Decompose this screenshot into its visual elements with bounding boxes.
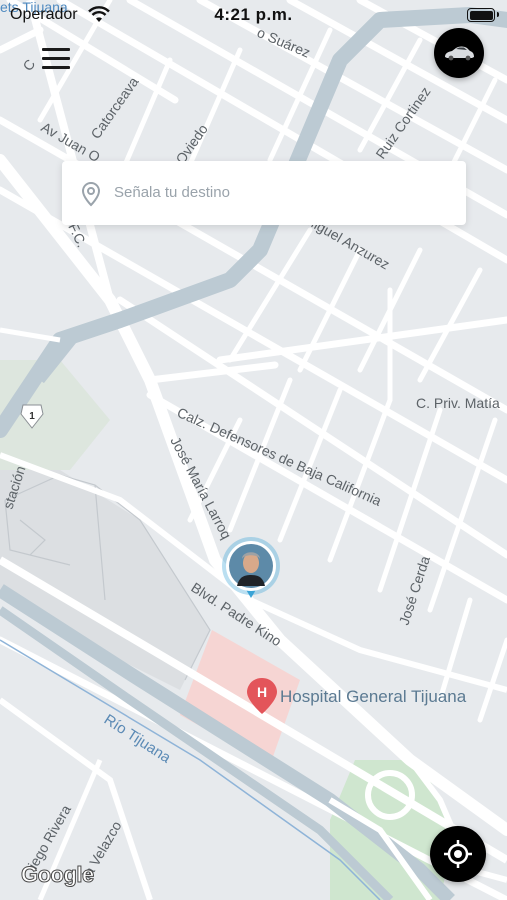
location-pin-icon bbox=[81, 181, 101, 207]
map-view[interactable]: 1 ets Tijuana o Suárez C Catorceava Av J… bbox=[0, 0, 507, 900]
car-button[interactable] bbox=[434, 28, 484, 78]
label-hospital: Hospital General Tijuana bbox=[280, 687, 467, 706]
destination-search-box[interactable]: Señala tu destino bbox=[62, 161, 466, 225]
status-bar: Operador 4:21 p.m. bbox=[0, 0, 507, 30]
car-icon bbox=[445, 46, 474, 61]
my-location-button[interactable] bbox=[430, 826, 486, 882]
svg-text:1: 1 bbox=[29, 411, 35, 422]
hospital-marker-letter: H bbox=[257, 684, 267, 700]
avatar bbox=[222, 537, 280, 598]
google-logo: Google bbox=[21, 862, 95, 888]
battery-icon bbox=[467, 8, 499, 22]
status-time: 4:21 p.m. bbox=[214, 5, 293, 24]
label-priv-matia: C. Priv. Matía bbox=[416, 395, 500, 411]
destination-search-placeholder: Señala tu destino bbox=[114, 184, 230, 201]
crosshair-location-icon bbox=[444, 840, 472, 868]
user-location-marker[interactable] bbox=[221, 536, 281, 606]
menu-button[interactable] bbox=[36, 40, 76, 76]
